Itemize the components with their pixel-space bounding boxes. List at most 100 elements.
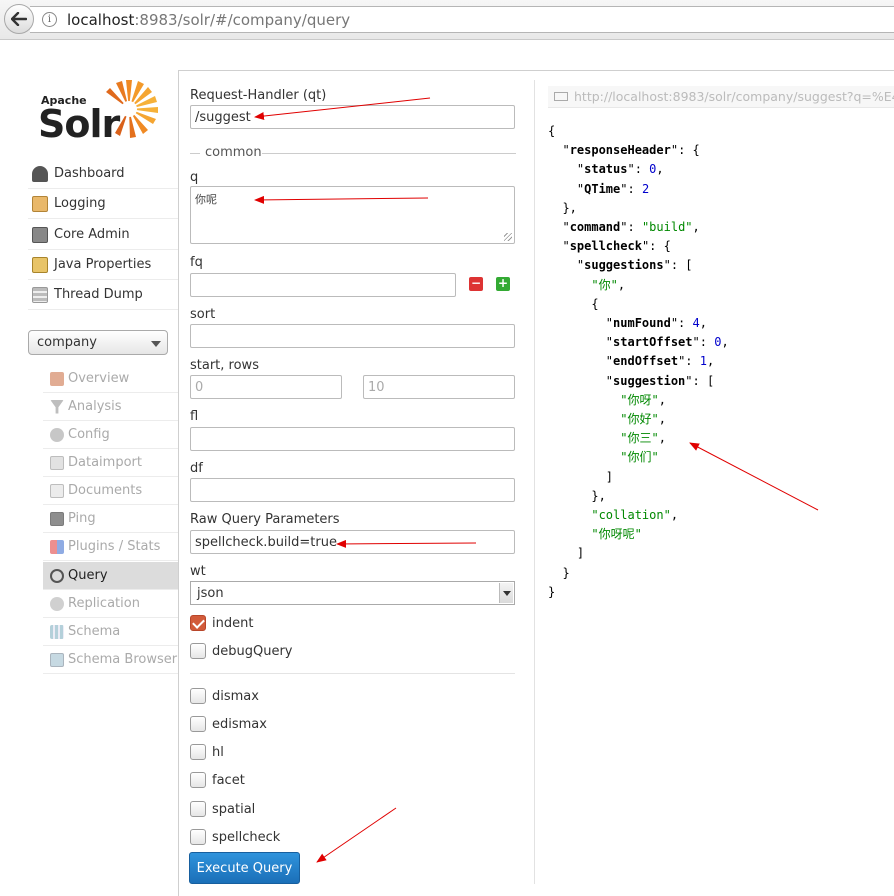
back-button[interactable] bbox=[4, 4, 34, 34]
browser-toolbar: i localhost:8983/solr/#/company/query bbox=[0, 0, 894, 40]
core-selector-value: company bbox=[37, 335, 97, 350]
spellcheck-checkbox-row[interactable]: spellcheck bbox=[190, 829, 280, 845]
core-item-documents[interactable]: Documents bbox=[43, 477, 178, 505]
raw-params-label: Raw Query Parameters bbox=[190, 512, 340, 527]
plugins-icon bbox=[50, 539, 64, 554]
common-legend-text: common bbox=[205, 145, 262, 160]
sort-label: sort bbox=[190, 307, 216, 322]
core-item-schema-browser[interactable]: Schema Browser bbox=[43, 646, 178, 674]
sidebar-item-label: Core Admin bbox=[54, 227, 130, 242]
wt-label: wt bbox=[190, 564, 206, 579]
core-item-overview[interactable]: Overview bbox=[43, 365, 178, 393]
checkbox-label: spatial bbox=[212, 801, 256, 817]
core-item-plugins-stats[interactable]: Plugins / Stats bbox=[43, 533, 178, 561]
debugquery-checkbox-row[interactable]: debugQuery bbox=[190, 643, 293, 659]
core-selector[interactable]: company bbox=[28, 330, 168, 355]
core-item-label: Schema Browser bbox=[68, 652, 178, 667]
execute-query-button[interactable]: Execute Query bbox=[189, 852, 300, 884]
address-bar[interactable]: i localhost:8983/solr/#/company/query bbox=[30, 6, 894, 33]
chevron-down-icon bbox=[499, 583, 513, 603]
fq-label: fq bbox=[190, 255, 203, 270]
gear-icon bbox=[50, 427, 64, 442]
core-item-query[interactable]: Query bbox=[43, 562, 178, 590]
json-suggestion-item: "你好" bbox=[620, 412, 659, 427]
sidebar-item-label: Dashboard bbox=[54, 166, 125, 181]
raw-params-input[interactable]: spellcheck.build=true bbox=[190, 530, 515, 554]
sidebar-item-label: Java Properties bbox=[54, 257, 152, 272]
checkbox-label: indent bbox=[212, 615, 254, 631]
fq-input[interactable] bbox=[190, 273, 456, 297]
json-command: "build" bbox=[641, 220, 693, 235]
core-item-label: Dataimport bbox=[68, 455, 142, 470]
json-suggestion-word: "你" bbox=[591, 277, 618, 292]
debugquery-checkbox[interactable] bbox=[190, 643, 206, 659]
checkbox-label: spellcheck bbox=[212, 829, 281, 845]
core-item-dataimport[interactable]: Dataimport bbox=[43, 449, 178, 477]
spellcheck-checkbox[interactable] bbox=[190, 829, 206, 845]
edismax-checkbox[interactable] bbox=[190, 716, 206, 732]
solr-logo[interactable]: Apache Solr bbox=[38, 78, 163, 146]
qt-input[interactable]: /suggest bbox=[190, 105, 515, 129]
core-item-replication[interactable]: Replication bbox=[43, 590, 178, 618]
json-collation-value: "你呀呢" bbox=[591, 527, 642, 542]
main-panel-border bbox=[178, 70, 179, 896]
arrow-annotation bbox=[316, 807, 397, 863]
spatial-checkbox-row[interactable]: spatial bbox=[190, 801, 255, 817]
df-input[interactable] bbox=[190, 478, 515, 502]
remove-fq-button[interactable]: − bbox=[469, 277, 483, 291]
core-item-ping[interactable]: Ping bbox=[43, 505, 178, 533]
result-url-link[interactable]: http://localhost:8983/solr/company/sugge… bbox=[548, 86, 894, 108]
sidebar-item-core-admin[interactable]: Core Admin bbox=[28, 220, 178, 250]
core-item-analysis[interactable]: Analysis bbox=[43, 393, 178, 421]
sidebar-item-thread-dump[interactable]: Thread Dump bbox=[28, 280, 178, 310]
json-numfound: 4 bbox=[692, 316, 700, 331]
sun-icon bbox=[106, 80, 158, 138]
qt-label: Request-Handler (qt) bbox=[190, 88, 327, 103]
checkbox-label: debugQuery bbox=[212, 643, 293, 659]
edismax-checkbox-row[interactable]: edismax bbox=[190, 716, 267, 732]
facet-checkbox-row[interactable]: facet bbox=[190, 772, 245, 788]
sidebar-item-dashboard[interactable]: Dashboard bbox=[28, 159, 178, 189]
resize-grip-icon[interactable] bbox=[504, 233, 512, 241]
chevron-down-icon bbox=[151, 341, 161, 347]
hl-checkbox-row[interactable]: hl bbox=[190, 744, 224, 760]
add-fq-button[interactable]: + bbox=[496, 277, 510, 291]
dismax-checkbox[interactable] bbox=[190, 688, 206, 704]
core-item-label: Replication bbox=[68, 596, 140, 611]
schema-browser-icon bbox=[50, 652, 64, 667]
sidebar-item-java-properties[interactable]: Java Properties bbox=[28, 250, 178, 280]
sort-input[interactable] bbox=[190, 324, 515, 348]
json-suggestion-item: "你们" bbox=[620, 450, 659, 465]
result-url-text: http://localhost:8983/solr/company/sugge… bbox=[574, 89, 894, 104]
url-path: :8983/solr/#/company/query bbox=[134, 10, 351, 29]
checkbox-label: facet bbox=[212, 772, 245, 788]
wt-select[interactable]: json bbox=[190, 581, 515, 605]
sidebar-item-logging[interactable]: Logging bbox=[28, 189, 178, 219]
schema-icon bbox=[50, 624, 64, 639]
core-item-config[interactable]: Config bbox=[43, 421, 178, 449]
core-item-label: Schema bbox=[68, 624, 121, 639]
start-input[interactable]: 0 bbox=[190, 375, 342, 399]
documents-icon bbox=[50, 483, 64, 498]
q-textarea[interactable]: 你呢 bbox=[190, 186, 515, 244]
info-icon[interactable]: i bbox=[42, 12, 57, 27]
fl-input[interactable] bbox=[190, 427, 515, 451]
logging-icon bbox=[32, 195, 48, 212]
sidebar-item-label: Logging bbox=[54, 196, 106, 211]
dismax-checkbox-row[interactable]: dismax bbox=[190, 688, 259, 704]
json-endoffset: 1 bbox=[699, 354, 707, 369]
facet-checkbox[interactable] bbox=[190, 772, 206, 788]
rows-input[interactable]: 10 bbox=[363, 375, 515, 399]
indent-checkbox-row[interactable]: indent bbox=[190, 615, 253, 631]
hl-checkbox[interactable] bbox=[190, 744, 206, 760]
core-admin-icon bbox=[32, 226, 48, 243]
main-panel-top-border bbox=[178, 70, 894, 71]
minus-icon: − bbox=[470, 276, 482, 290]
spatial-checkbox[interactable] bbox=[190, 801, 206, 817]
indent-checkbox[interactable] bbox=[190, 615, 206, 631]
core-item-schema[interactable]: Schema bbox=[43, 618, 178, 646]
json-response: { "responseHeader": { "status": 0, "QTim… bbox=[548, 124, 729, 599]
common-fieldset-legend: common bbox=[190, 145, 516, 161]
core-item-label: Plugins / Stats bbox=[68, 539, 161, 554]
wt-select-value: json bbox=[197, 585, 224, 601]
